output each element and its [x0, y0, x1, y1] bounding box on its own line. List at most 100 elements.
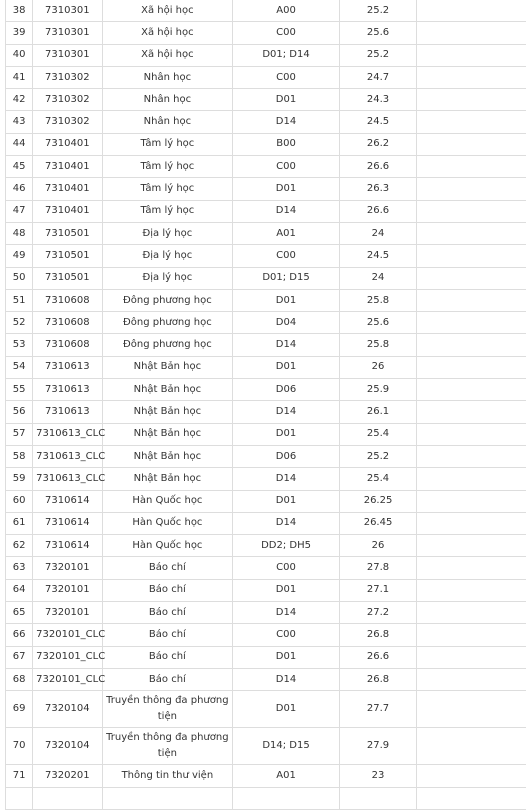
row-number: 43 — [6, 111, 33, 133]
cutoff-score: 26.1 — [339, 401, 416, 423]
empty-cell — [417, 133, 526, 155]
empty-cell — [417, 89, 526, 111]
program-name: Truyền thông đa phương tiện — [102, 728, 233, 765]
row-number: 70 — [6, 728, 33, 765]
cutoff-score: 26.8 — [339, 668, 416, 690]
cutoff-score: 27.2 — [339, 602, 416, 624]
table-row: 607310614Hàn Quốc họcD0126.25 — [6, 490, 526, 512]
subject-combination: D14 — [233, 334, 340, 356]
table-row: 577310613_CLCNhật Bản họcD0125.4 — [6, 423, 526, 445]
program-name: Thông tin thư viện — [102, 765, 233, 787]
program-code: 7310608 — [33, 334, 102, 356]
subject-combination: D01 — [233, 646, 340, 668]
subject-combination: A01 — [233, 765, 340, 787]
program-code: 7310302 — [33, 111, 102, 133]
cutoff-score: 26.8 — [339, 624, 416, 646]
row-number: 68 — [6, 668, 33, 690]
empty-cell — [417, 44, 526, 66]
program-name: Hàn Quốc học — [102, 535, 233, 557]
table-row: 517310608Đông phương họcD0125.8 — [6, 289, 526, 311]
empty-cell — [417, 379, 526, 401]
table-row: 687320101_CLCBáo chíD1426.8 — [6, 668, 526, 690]
cutoff-score: 24.5 — [339, 111, 416, 133]
table-row — [6, 787, 526, 809]
row-number: 62 — [6, 535, 33, 557]
subject-combination: D01 — [233, 289, 340, 311]
row-number: 69 — [6, 691, 33, 728]
program-code: 7320201 — [33, 765, 102, 787]
row-number: 58 — [6, 445, 33, 467]
empty-cell — [417, 111, 526, 133]
empty-cell — [102, 787, 233, 809]
cutoff-score: 24 — [339, 222, 416, 244]
subject-combination: D14 — [233, 468, 340, 490]
empty-cell — [417, 423, 526, 445]
empty-cell — [339, 787, 416, 809]
program-code: 7310302 — [33, 66, 102, 88]
cutoff-score: 25.2 — [339, 44, 416, 66]
program-code: 7310401 — [33, 156, 102, 178]
table-row: 447310401Tâm lý họcB0026.2 — [6, 133, 526, 155]
empty-cell — [417, 22, 526, 44]
program-code: 7320104 — [33, 691, 102, 728]
table-row: 387310301Xã hội họcA0025.2 — [6, 0, 526, 22]
cutoff-score: 25.4 — [339, 468, 416, 490]
table-row: 537310608Đông phương họcD1425.8 — [6, 334, 526, 356]
table-row: 717320201Thông tin thư việnA0123 — [6, 765, 526, 787]
row-number: 66 — [6, 624, 33, 646]
row-number: 45 — [6, 156, 33, 178]
cutoff-score: 27.1 — [339, 579, 416, 601]
table-row: 667320101_CLCBáo chíC0026.8 — [6, 624, 526, 646]
empty-cell — [417, 156, 526, 178]
row-number: 46 — [6, 178, 33, 200]
table-row: 697320104Truyền thông đa phương tiệnD012… — [6, 691, 526, 728]
cutoff-score: 27.8 — [339, 557, 416, 579]
subject-combination: D14 — [233, 200, 340, 222]
empty-cell — [417, 512, 526, 534]
row-number: 64 — [6, 579, 33, 601]
program-name: Báo chí — [102, 668, 233, 690]
program-name: Báo chí — [102, 602, 233, 624]
empty-cell — [233, 787, 340, 809]
cutoff-score: 25.2 — [339, 445, 416, 467]
subject-combination: D06 — [233, 445, 340, 467]
program-name: Nhật Bản học — [102, 423, 233, 445]
row-number: 55 — [6, 379, 33, 401]
program-code: 7310614 — [33, 512, 102, 534]
empty-cell — [417, 557, 526, 579]
subject-combination: D01 — [233, 579, 340, 601]
subject-combination: D01 — [233, 691, 340, 728]
program-name: Nhân học — [102, 89, 233, 111]
empty-cell — [417, 401, 526, 423]
table-row: 637320101Báo chíC0027.8 — [6, 557, 526, 579]
empty-cell — [417, 222, 526, 244]
row-number: 54 — [6, 356, 33, 378]
program-code: 7310301 — [33, 0, 102, 22]
subject-combination: C00 — [233, 156, 340, 178]
program-name: Nhật Bản học — [102, 356, 233, 378]
cutoff-score: 27.7 — [339, 691, 416, 728]
program-name: Đông phương học — [102, 312, 233, 334]
table-row: 507310501Địa lý họcD01; D1524 — [6, 267, 526, 289]
empty-cell — [417, 490, 526, 512]
empty-cell — [417, 200, 526, 222]
program-name: Báo chí — [102, 624, 233, 646]
cutoff-score: 24 — [339, 267, 416, 289]
empty-cell — [417, 0, 526, 22]
program-name: Xã hội học — [102, 44, 233, 66]
empty-cell — [417, 356, 526, 378]
empty-cell — [417, 787, 526, 809]
table-row: 407310301Xã hội họcD01; D1425.2 — [6, 44, 526, 66]
cutoff-score: 25.8 — [339, 334, 416, 356]
program-code: 7310613_CLC — [33, 445, 102, 467]
table-row: 557310613Nhật Bản họcD0625.9 — [6, 379, 526, 401]
program-name: Xã hội học — [102, 22, 233, 44]
row-number: 51 — [6, 289, 33, 311]
program-code: 7320101 — [33, 557, 102, 579]
empty-cell — [417, 312, 526, 334]
table-row: 707320104Truyền thông đa phương tiệnD14;… — [6, 728, 526, 765]
cutoff-score: 26.3 — [339, 178, 416, 200]
table-row: 477310401Tâm lý họcD1426.6 — [6, 200, 526, 222]
row-number: 52 — [6, 312, 33, 334]
cutoff-score: 25.2 — [339, 0, 416, 22]
